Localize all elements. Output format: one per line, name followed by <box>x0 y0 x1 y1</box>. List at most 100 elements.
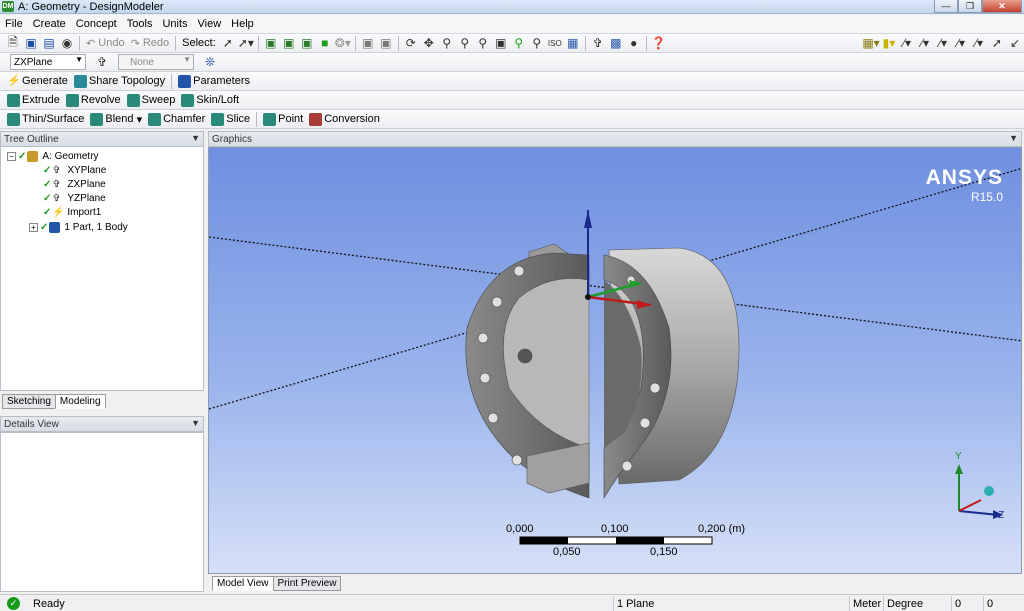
tree-item-xyplane[interactable]: ✓ ✞ XYPlane <box>43 163 106 177</box>
share-topology-button[interactable]: Share Topology <box>71 73 168 90</box>
tree-item-import1[interactable]: ✓ ⚡ Import1 <box>43 205 101 219</box>
select-mode-icon[interactable]: ➚▾ <box>238 35 254 51</box>
blend-button[interactable]: Blend ▾ <box>87 111 145 128</box>
menu-concept[interactable]: Concept <box>71 18 122 30</box>
color-icon[interactable]: ▮▾ <box>881 35 897 51</box>
graphics-viewport[interactable]: ANSYS R15.0 0,000 0,100 0,200 (m) 0,050 … <box>208 147 1022 574</box>
menu-tools[interactable]: Tools <box>122 18 158 30</box>
extend-selection-icon[interactable]: ❂▾ <box>335 35 351 51</box>
plane-select[interactable]: ZXPlane ▼ <box>10 54 86 70</box>
zoom-box-icon[interactable]: ⚲ <box>475 35 491 51</box>
menu-file[interactable]: File <box>0 18 28 30</box>
collapse-icon[interactable]: − <box>7 151 16 161</box>
iso-view-icon[interactable]: ISO <box>547 35 563 51</box>
pointer-tool-icon[interactable]: ➚ <box>989 35 1005 51</box>
status-value-2: 0 <box>983 596 1024 611</box>
tab-modeling[interactable]: Modeling <box>54 394 106 409</box>
shrink-tool-icon[interactable]: ↙ <box>1007 35 1023 51</box>
new-sketch-icon[interactable]: ❊ <box>202 54 218 70</box>
expand-icon[interactable]: + <box>29 222 38 232</box>
edge-tool-icon[interactable]: ∕▾ <box>899 35 915 51</box>
minimize-button[interactable]: — <box>934 0 958 13</box>
tree-outline-header: Tree Outline ▼ <box>0 131 204 147</box>
zoom-icon[interactable]: ⚲ <box>439 35 455 51</box>
plane-icon: ✞ <box>52 192 61 204</box>
menu-help[interactable]: Help <box>226 18 259 30</box>
menu-units[interactable]: Units <box>157 18 192 30</box>
tree-root[interactable]: − ✓ A: Geometry <box>7 149 99 163</box>
close-button[interactable]: ✕ <box>982 0 1022 13</box>
point-display-icon[interactable]: ● <box>626 35 642 51</box>
curve-tool-icon[interactable]: ∕▾ <box>917 35 933 51</box>
pan-icon[interactable]: ✥ <box>421 35 437 51</box>
generate-button[interactable]: ⚡ Generate <box>4 73 71 90</box>
status-bar: ✓ Ready 1 Plane Meter Degree 0 0 <box>0 594 1024 611</box>
select-body-icon[interactable]: ■ <box>317 35 333 51</box>
scale-ruler <box>519 536 713 545</box>
modeling-toolbar: Extrude Revolve Sweep Skin/Loft <box>0 91 1024 110</box>
tab-model-view[interactable]: Model View <box>212 576 274 591</box>
help-pointer-icon[interactable]: ❓ <box>651 35 667 51</box>
separator <box>397 35 399 51</box>
tree-item-parts[interactable]: + ✓ 1 Part, 1 Body <box>29 220 128 234</box>
sketch-select[interactable]: None ▼ <box>118 54 194 70</box>
save-as-icon[interactable]: ▤ <box>41 35 57 51</box>
plane-toolbar: ZXPlane ▼ ✞ None ▼ ❊ <box>0 53 1024 72</box>
menu-create[interactable]: Create <box>28 18 71 30</box>
thin-surface-button[interactable]: Thin/Surface <box>4 111 87 128</box>
new-icon[interactable]: 🗎 <box>5 35 21 51</box>
bolt-hole <box>491 296 503 308</box>
rotate-icon[interactable]: ⟳ <box>403 35 419 51</box>
select-pointer-icon[interactable]: ➚ <box>220 35 236 51</box>
zoom-in-icon[interactable]: ⚲ <box>457 35 473 51</box>
look-at-icon[interactable]: ▦ <box>565 35 581 51</box>
pin-icon[interactable]: ▼ <box>191 133 200 143</box>
zoom-fit-icon[interactable]: ⚲ <box>511 35 527 51</box>
zoom-window-icon[interactable]: ▣ <box>493 35 509 51</box>
zoom-out-icon[interactable]: ⚲ <box>529 35 545 51</box>
bolt-hole <box>477 332 489 344</box>
skin-loft-button[interactable]: Skin/Loft <box>178 92 242 109</box>
ansys-version: R15.0 <box>970 190 1003 204</box>
pin-icon[interactable]: ▼ <box>1009 133 1018 143</box>
sweep-button[interactable]: Sweep <box>124 92 179 109</box>
slice-button[interactable]: Slice <box>208 111 253 128</box>
check-icon: ✓ <box>43 192 52 204</box>
tab-print-preview[interactable]: Print Preview <box>272 576 342 591</box>
parameters-button[interactable]: Parameters <box>175 73 253 90</box>
box-select-icon[interactable]: ▣ <box>360 35 376 51</box>
tree-item-zxplane[interactable]: ✓ ✞ ZXPlane <box>43 177 106 191</box>
tab-sketching[interactable]: Sketching <box>2 394 56 409</box>
save-icon[interactable]: ▣ <box>23 35 39 51</box>
select-edge-icon[interactable]: ▣ <box>281 35 297 51</box>
shaded-view-icon[interactable]: ▩ <box>608 35 624 51</box>
display-model-icon[interactable]: ▦▾ <box>862 35 879 51</box>
triad-icon[interactable]: ✞ <box>590 35 606 51</box>
menu-view[interactable]: View <box>193 18 227 30</box>
model-canvas[interactable] <box>209 148 1022 574</box>
scale-label: 0,150 <box>650 546 678 558</box>
revolve-button[interactable]: Revolve <box>63 92 124 109</box>
redo-button[interactable]: ↷ Redo <box>128 35 173 52</box>
undo-button[interactable]: ↶ Undo <box>83 35 128 52</box>
arc-tool-icon[interactable]: ∕▾ <box>935 35 951 51</box>
box-select-alt-icon[interactable]: ▣ <box>378 35 394 51</box>
new-plane-icon[interactable]: ✞ <box>94 54 110 70</box>
pin-icon[interactable]: ▼ <box>191 418 200 428</box>
conversion-button[interactable]: Conversion <box>306 111 383 128</box>
spline-tool-icon[interactable]: ∕▾ <box>953 35 969 51</box>
line-tool-icon[interactable]: ∕▾ <box>971 35 987 51</box>
tree-item-yzplane[interactable]: ✓ ✞ YZPlane <box>43 191 106 205</box>
check-icon: ✓ <box>40 221 49 233</box>
status-length-unit: Meter <box>849 596 883 611</box>
separator <box>645 35 647 51</box>
select-point-icon[interactable]: ▣ <box>263 35 279 51</box>
point-button[interactable]: Point <box>260 111 306 128</box>
select-face-icon[interactable]: ▣ <box>299 35 315 51</box>
extrude-button[interactable]: Extrude <box>4 92 63 109</box>
chamfer-button[interactable]: Chamfer <box>145 111 208 128</box>
app-icon: DM <box>2 1 14 12</box>
scale-label: 0,050 <box>553 546 581 558</box>
maximize-button[interactable]: ❐ <box>958 0 982 13</box>
screenshot-icon[interactable]: ◉ <box>59 35 75 51</box>
